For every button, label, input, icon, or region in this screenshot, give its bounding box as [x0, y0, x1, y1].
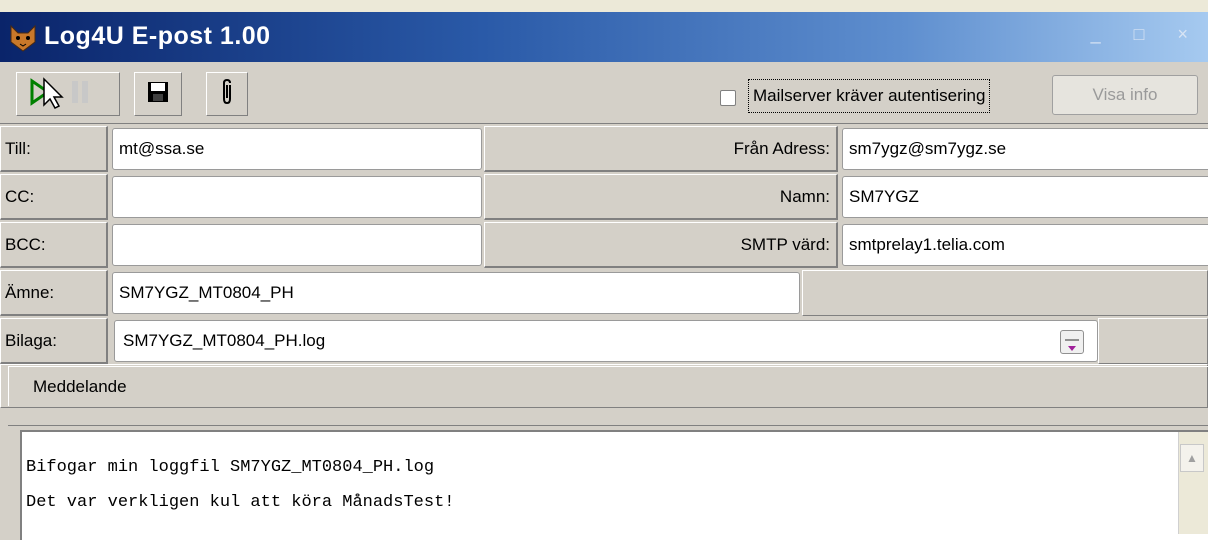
message-line-1: Bifogar min loggfil SM7YGZ_MT0804_PH.log — [26, 458, 435, 477]
window-controls[interactable]: _ □ × — [1091, 24, 1202, 45]
subject-field[interactable]: SM7YGZ_MT0804_PH — [112, 272, 800, 314]
paperclip-icon — [220, 78, 234, 110]
subject-label: Ämne: — [0, 270, 108, 316]
name-label: Namn: — [484, 174, 838, 220]
from-address-label: Från Adress: — [484, 126, 838, 172]
smtp-label: SMTP värd: — [484, 222, 838, 268]
browse-folder-icon — [1061, 338, 1083, 357]
to-label: Till: — [0, 126, 108, 172]
visa-info-button[interactable]: Visa info — [1052, 75, 1198, 115]
from-address-field[interactable]: sm7ygz@sm7ygz.se — [842, 128, 1208, 170]
to-field[interactable]: mt@ssa.se — [112, 128, 482, 170]
attachment-field[interactable]: SM7YGZ_MT0804_PH.log — [114, 320, 1098, 362]
cc-label: CC: — [0, 174, 108, 220]
tab-meddelande[interactable]: Meddelande — [8, 366, 1208, 406]
send-cursor-icon — [28, 75, 108, 114]
browse-attachment-button[interactable] — [1060, 330, 1084, 354]
floppy-disk-icon — [147, 81, 169, 108]
attach-button[interactable] — [206, 72, 248, 116]
cc-field[interactable] — [112, 176, 482, 218]
save-button[interactable] — [134, 72, 182, 116]
message-header-strip — [8, 408, 1208, 426]
name-field[interactable]: SM7YGZ — [842, 176, 1208, 218]
bcc-field[interactable] — [112, 224, 482, 266]
send-button[interactable] — [16, 72, 120, 116]
top-strip — [0, 0, 1208, 12]
bcc-label: BCC: — [0, 222, 108, 268]
auth-checkbox-label[interactable]: Mailserver kräver autentisering — [748, 79, 991, 113]
scroll-up-arrow-icon[interactable]: ▲ — [1180, 444, 1204, 472]
auth-checkbox[interactable] — [720, 90, 736, 106]
subject-filler — [802, 270, 1208, 316]
attachment-label: Bilaga: — [0, 318, 108, 364]
message-line-2: Det var verkligen kul att köra MånadsTes… — [26, 493, 455, 512]
window-title: Log4U E-post 1.00 — [44, 22, 271, 50]
smtp-field[interactable]: smtprelay1.telia.com — [842, 224, 1208, 266]
message-body[interactable]: Bifogar min loggfil SM7YGZ_MT0804_PH.log… — [20, 430, 1208, 540]
attachment-filler — [1098, 318, 1208, 364]
cat-face-icon — [8, 24, 38, 52]
